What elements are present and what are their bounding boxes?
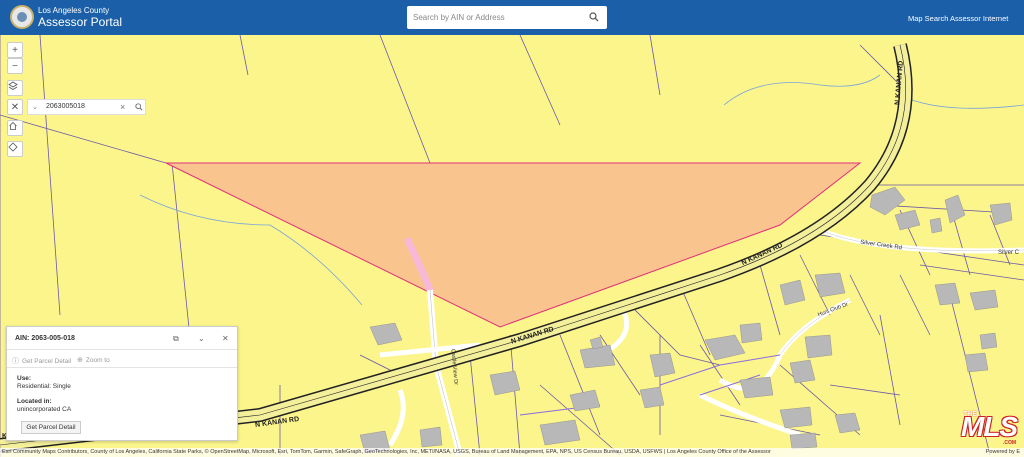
zoom-to-action[interactable]: ⊕ Zoom to	[77, 356, 110, 364]
road-label-silver-creek: Silver Creek Rd	[860, 240, 902, 252]
locate-icon	[8, 142, 18, 152]
powered-by[interactable]: Powered by E	[986, 448, 1020, 457]
clear-icon[interactable]: ×	[120, 102, 125, 112]
layers-button[interactable]	[7, 80, 23, 96]
parcel-search-value[interactable]: 2063005018	[46, 103, 85, 110]
home-button[interactable]	[7, 120, 23, 136]
address-search-box	[407, 6, 607, 29]
search-icon[interactable]	[135, 103, 143, 111]
search-input[interactable]	[413, 10, 583, 25]
map-attribution: Esri Community Maps Contributors, County…	[0, 448, 1024, 457]
use-label: Use:	[17, 375, 32, 382]
mls-watermark-com: .COM	[1003, 440, 1017, 446]
use-value: Residential: Single	[17, 383, 71, 390]
zoom-icon: ⊕	[77, 357, 83, 364]
map-search-link[interactable]: Map Search	[908, 14, 948, 23]
divider	[7, 349, 237, 350]
app-header: Los Angeles County Assessor Portal Map S…	[0, 0, 1024, 35]
mls-watermark-the: THE	[963, 411, 977, 418]
road-label-silver-short: Silver C	[998, 250, 1020, 256]
county-seal-icon	[10, 5, 34, 29]
search-icon[interactable]	[589, 12, 599, 22]
home-icon	[9, 121, 17, 130]
zoom-in-button[interactable]: +	[7, 42, 23, 58]
info-icon: ⓘ	[12, 358, 19, 365]
location-label: Located in:	[17, 398, 52, 405]
close-icon[interactable]: ✕	[222, 334, 229, 343]
zoom-out-button[interactable]: −	[7, 58, 23, 74]
locate-button[interactable]	[7, 141, 23, 157]
location-value: unincorporated CA	[17, 406, 72, 413]
parcel-popup: AIN: 2063-005-018 ⧉ ⌄ ✕ ⓘ Get Parcel Deta…	[6, 326, 238, 441]
popup-title: AIN: 2063-005-018	[15, 335, 75, 342]
get-parcel-detail-button[interactable]: Get Parcel Detail	[21, 421, 81, 434]
get-parcel-detail-action[interactable]: ⓘ Get Parcel Detail	[12, 356, 71, 366]
assessor-internet-link[interactable]: Assessor Internet	[950, 14, 1008, 23]
collapse-icon[interactable]: ⌄	[198, 334, 205, 343]
app-title: Assessor Portal	[38, 15, 123, 29]
parcel-search-widget[interactable]: ⌄ 2063005018 ×	[27, 99, 146, 115]
org-name: Los Angeles County	[38, 6, 110, 15]
layers-icon	[8, 81, 18, 90]
chevron-down-icon[interactable]: ⌄	[32, 103, 38, 111]
dock-icon[interactable]: ⧉	[173, 334, 179, 344]
close-search-button[interactable]: ✕	[7, 99, 23, 115]
divider	[7, 367, 237, 368]
road-label-hunt-club: Hunt Club Dr	[817, 302, 849, 319]
